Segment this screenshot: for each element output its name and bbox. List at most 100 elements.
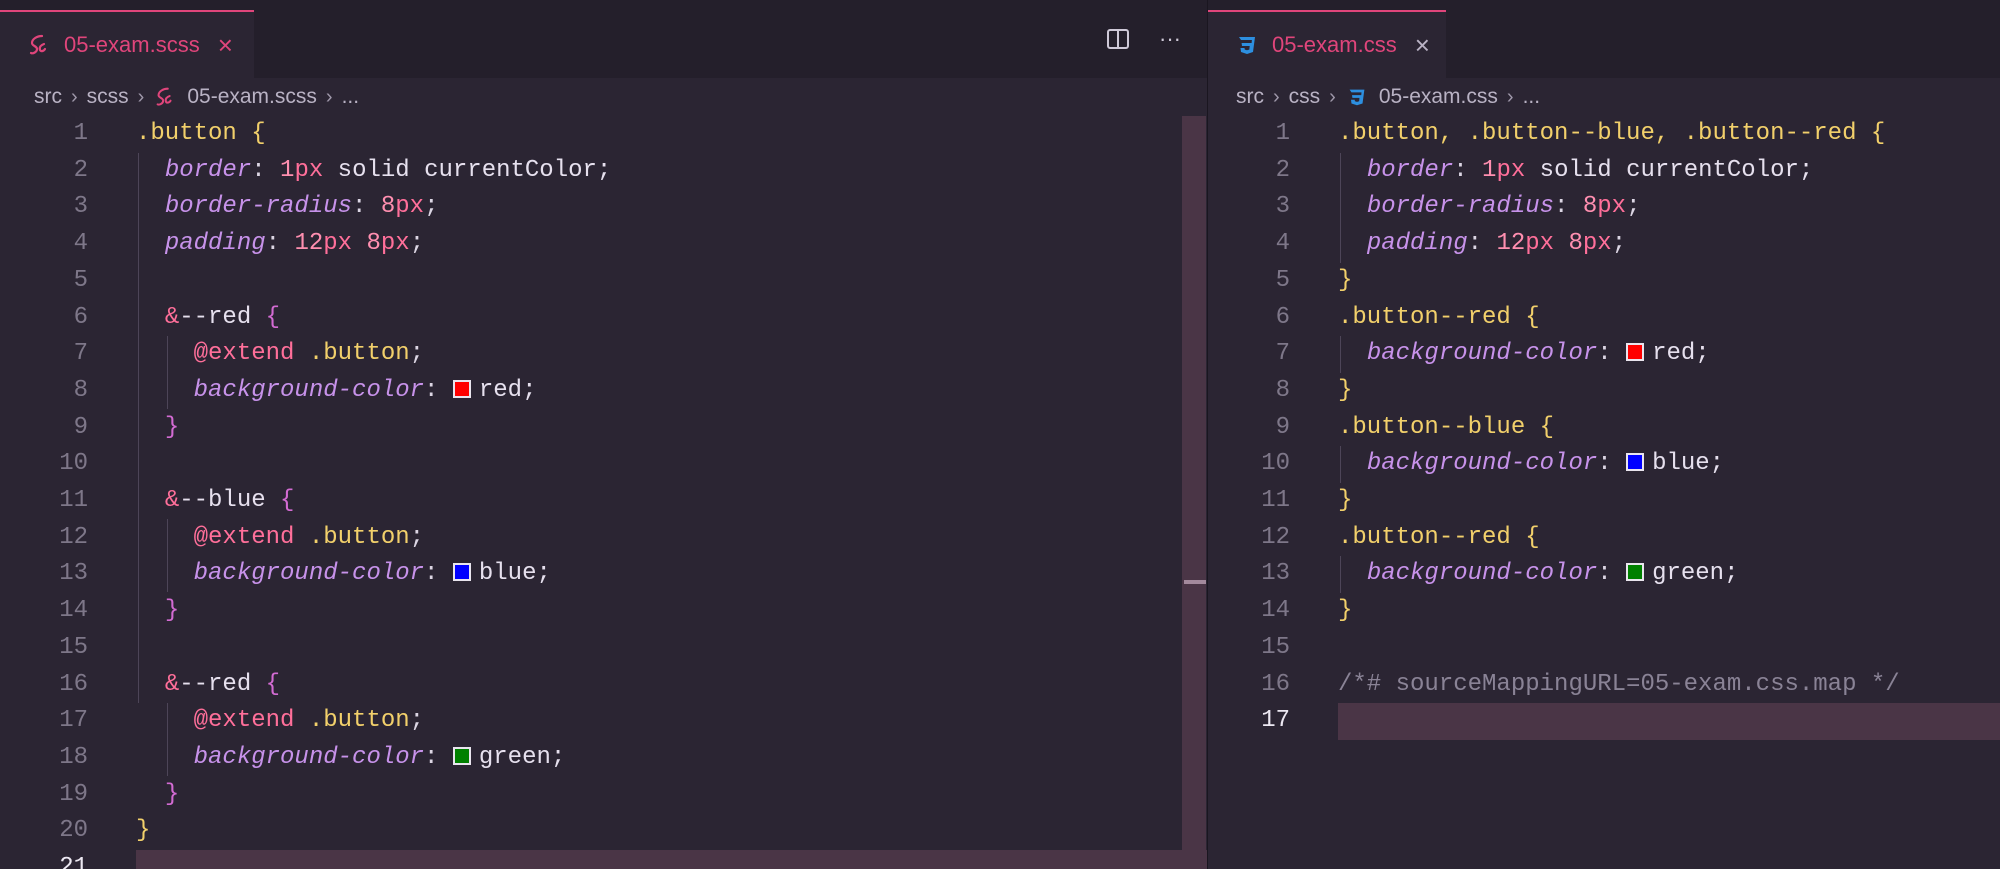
code-line[interactable]: 12 .button--red { <box>1208 520 2000 557</box>
code-line[interactable]: 6 .button--red { <box>1208 300 2000 337</box>
code-line[interactable]: 1 .button { <box>0 116 1207 153</box>
code-line[interactable]: 15 <box>0 630 1207 667</box>
editor-actions: ··· <box>1105 26 1183 52</box>
code-text: background-color: red; <box>136 373 537 410</box>
breadcrumb-item-file[interactable]: 05-exam.css <box>1379 85 1498 109</box>
code-line[interactable]: 11} <box>1208 483 2000 520</box>
line-number: 12 <box>1261 523 1290 551</box>
code-line[interactable]: 7 @extend .button; <box>0 336 1207 373</box>
code-token: } <box>164 780 180 808</box>
color-swatch[interactable] <box>1626 453 1645 472</box>
breadcrumb-item-symbols[interactable]: ... <box>342 85 360 109</box>
code-line[interactable]: 12 @extend .button; <box>0 520 1207 557</box>
color-swatch[interactable] <box>1626 343 1645 362</box>
code-token: ; <box>409 707 425 735</box>
code-line[interactable]: 16 &--red { <box>0 667 1207 704</box>
code-token: : <box>424 743 453 771</box>
code-line[interactable]: 18 background-color: green; <box>0 740 1207 777</box>
breadcrumb-item-symbols[interactable]: ... <box>1523 85 1541 109</box>
code-line[interactable]: 15 <box>1208 630 2000 667</box>
code-line[interactable]: 3 border-radius: 8px; <box>0 189 1207 226</box>
code-text: background-color: red; <box>1338 336 1710 373</box>
code-token: { <box>1870 120 1886 147</box>
more-actions-icon[interactable]: ··· <box>1157 26 1183 52</box>
code-line[interactable]: 8 background-color: red; <box>0 373 1207 410</box>
tab-label: 05-exam.scss <box>64 32 200 57</box>
code-line[interactable]: 14 } <box>0 593 1207 630</box>
code-token: .button--red <box>1338 303 1526 331</box>
code-text: @extend .button; <box>136 520 424 557</box>
code-line[interactable]: 14} <box>1208 593 2000 630</box>
tab-05-exam-css[interactable]: 05-exam.css × <box>1208 10 1446 78</box>
code-line[interactable]: 17 @extend .button; <box>0 703 1207 740</box>
breadcrumb-item-src[interactable]: src <box>1236 85 1264 109</box>
color-swatch[interactable] <box>452 379 471 398</box>
breadcrumb-item-file[interactable]: 05-exam.scss <box>187 85 317 109</box>
line-number: 9 <box>1275 413 1290 441</box>
code-token: background-color <box>1366 450 1598 478</box>
code-token: border <box>1366 156 1454 184</box>
code-token: px <box>1597 193 1627 221</box>
code-text: } <box>136 777 179 814</box>
code-line[interactable]: 5} <box>1208 263 2000 300</box>
close-icon[interactable]: × <box>1415 32 1430 58</box>
code-line[interactable]: 6 &--red { <box>0 300 1207 337</box>
code-text: .button { <box>136 116 266 153</box>
code-text: .button--blue { <box>1338 410 1554 447</box>
line-number: 1 <box>73 120 88 147</box>
code-line[interactable]: 3 border-radius: 8px; <box>1208 189 2000 226</box>
code-text: @extend .button; <box>136 336 424 373</box>
code-editor[interactable]: 1 .button, .button--blue, .button--red {2… <box>1208 116 2000 869</box>
tab-05-exam-scss[interactable]: 05-exam.scss × <box>0 10 254 78</box>
code-line[interactable]: 8} <box>1208 373 2000 410</box>
chevron-right-icon: › <box>1506 85 1514 108</box>
code-line[interactable]: 9 .button--blue { <box>1208 410 2000 447</box>
code-text: } <box>136 593 179 630</box>
code-line[interactable]: 2 border: 1px solid currentColor; <box>0 153 1207 190</box>
code-line[interactable]: 10 <box>0 446 1207 483</box>
code-line[interactable]: 13 background-color: blue; <box>0 556 1207 593</box>
code-line[interactable]: 4 padding: 12px 8px; <box>1208 226 2000 263</box>
code-line[interactable]: 10 background-color: blue; <box>1208 446 2000 483</box>
code-line[interactable]: 17 <box>1208 703 2000 740</box>
code-token: : <box>265 230 295 258</box>
code-line[interactable]: 13 background-color: green; <box>1208 556 2000 593</box>
code-token: .button <box>308 340 410 368</box>
code-line[interactable]: 11 &--blue { <box>0 483 1207 520</box>
code-token: --blue <box>179 487 281 514</box>
code-line[interactable]: 2 border: 1px solid currentColor; <box>1208 153 2000 190</box>
code-line[interactable]: 20} <box>0 813 1207 850</box>
code-line[interactable]: 19 } <box>0 777 1207 814</box>
tab-label: 05-exam.css <box>1272 32 1397 57</box>
code-line[interactable]: 1 .button, .button--blue, .button--red { <box>1208 116 2000 153</box>
code-token: px <box>1525 230 1555 258</box>
code-text: background-color: green; <box>1338 556 1739 593</box>
code-line[interactable]: 16 /*# sourceMappingURL=05-exam.css.map *… <box>1208 667 2000 704</box>
code-token: ; <box>409 523 425 551</box>
breadcrumb-item-src[interactable]: src <box>34 85 62 109</box>
line-number: 13 <box>1261 560 1290 588</box>
color-swatch[interactable] <box>452 563 471 582</box>
code-editor[interactable]: 1 .button {2 border: 1px solid currentCol… <box>0 116 1207 869</box>
code-line[interactable]: 4 padding: 12px 8px; <box>0 226 1207 263</box>
code-line[interactable]: 9 } <box>0 410 1207 447</box>
line-number: 21 <box>59 854 88 869</box>
code-line[interactable]: 21 <box>0 850 1207 869</box>
line-number: 16 <box>59 670 88 698</box>
color-swatch[interactable] <box>452 746 471 765</box>
split-editor-icon[interactable] <box>1105 26 1131 52</box>
breadcrumb-item-scss[interactable]: scss <box>87 85 129 109</box>
color-swatch[interactable] <box>1626 563 1645 582</box>
close-icon[interactable]: × <box>218 32 233 58</box>
code-line[interactable]: 5 <box>0 263 1207 300</box>
code-line[interactable]: 7 background-color: red; <box>1208 336 2000 373</box>
code-token: } <box>164 597 180 625</box>
breadcrumb-item-css[interactable]: css <box>1289 85 1321 109</box>
